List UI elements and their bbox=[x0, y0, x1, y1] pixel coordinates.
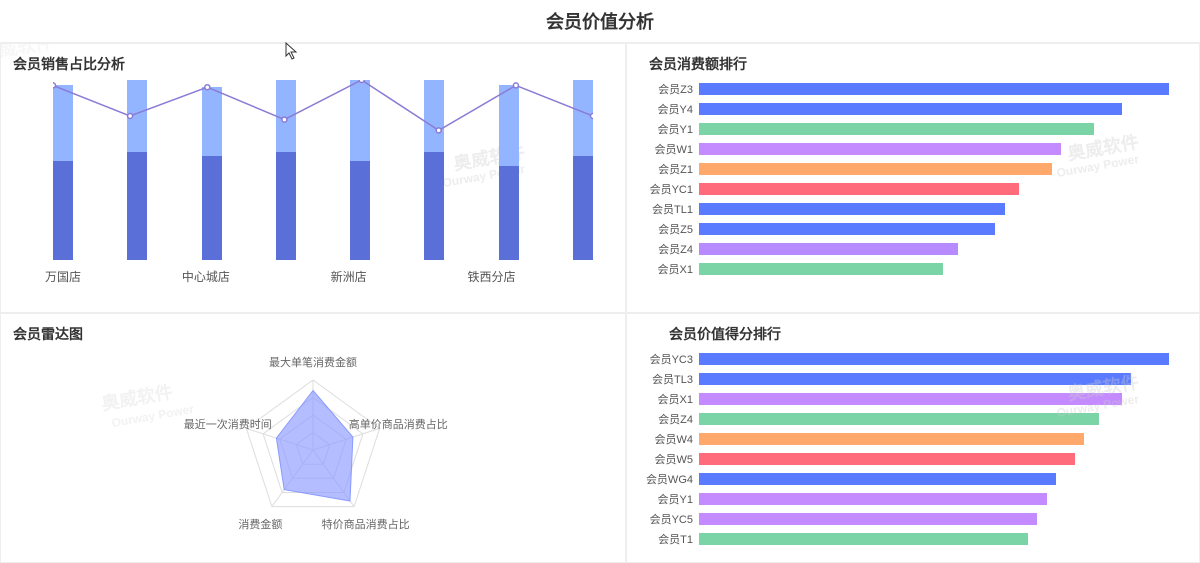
cursor-icon bbox=[285, 42, 299, 63]
hbar-label: 会员YC5 bbox=[639, 511, 699, 527]
hbar-label: 会员Y1 bbox=[639, 121, 699, 137]
hbar-row: 会员TL3 bbox=[639, 370, 1177, 387]
hbar-row: 会员TL1 bbox=[639, 200, 1177, 217]
hbar-row: 会员WG4 bbox=[639, 470, 1177, 487]
hbar-bar bbox=[699, 413, 1099, 425]
bar-category-label: 铁西分店 bbox=[462, 268, 522, 285]
hbar-label: 会员W4 bbox=[639, 431, 699, 447]
hbar-bar bbox=[699, 353, 1169, 365]
page-header: 会员价值分析 bbox=[0, 0, 1200, 43]
hbar-row: 会员W5 bbox=[639, 450, 1177, 467]
hbar-label: 会员YC3 bbox=[639, 351, 699, 367]
radar-axis-label: 特价商品消费占比 bbox=[322, 516, 410, 532]
page-title: 会员价值分析 bbox=[0, 8, 1200, 34]
hbar-label: 会员X1 bbox=[639, 261, 699, 277]
bar-category-label bbox=[104, 268, 164, 285]
hbar-chart-value: 会员YC3 会员TL3 会员X1 会员Z4 会员W4 会员W5 会员WG4 会员Y1 会员YC5… bbox=[639, 350, 1187, 547]
radar-axis-label: 最近一次消费时间 bbox=[184, 416, 272, 432]
panel-consume-rank: 会员消费额排行 奥威软件 Ourway Power 会员Z3会员Y4会员Y1会员… bbox=[626, 43, 1200, 313]
hbar-row: 会员Z4 bbox=[639, 410, 1177, 427]
hbar-bar bbox=[699, 243, 958, 255]
hbar-label: 会员Z1 bbox=[639, 161, 699, 177]
bar-category-label: 中心城店 bbox=[176, 268, 236, 285]
hbar-row: 会员YC1 bbox=[639, 180, 1177, 197]
hbar-label: 会员YC1 bbox=[639, 181, 699, 197]
radar-chart: 最大单笔消费金额高单价商品消费占比特价商品消费占比 消费金额 最近一次消费时间 bbox=[13, 350, 613, 550]
hbar-row: 会员Z3 bbox=[639, 80, 1177, 97]
hbar-row: 会员Y1 bbox=[639, 490, 1177, 507]
bar-category-label bbox=[533, 268, 593, 285]
hbar-bar bbox=[699, 203, 1005, 215]
hbar-bar bbox=[699, 163, 1052, 175]
hbar-row: 会员W1 bbox=[639, 140, 1177, 157]
bar-category-label bbox=[247, 268, 307, 285]
hbar-chart-consume: 会员Z3 会员Y4 会员Y1 会员W1 会员Z1 会员YC1 会员TL1 会员Z5 会员Z4 会员… bbox=[639, 80, 1187, 277]
hbar-label: 会员W5 bbox=[639, 451, 699, 467]
hbar-label: 会员T1 bbox=[639, 531, 699, 547]
hbar-bar bbox=[699, 103, 1122, 115]
radar-axis-label: 最大单笔消费金额 bbox=[269, 354, 357, 370]
hbar-label: 会员Z4 bbox=[639, 411, 699, 427]
hbar-label: 会员Y4 bbox=[639, 101, 699, 117]
hbar-bar bbox=[699, 453, 1075, 465]
hbar-label: 会员W1 bbox=[639, 141, 699, 157]
hbar-bar bbox=[699, 183, 1019, 195]
hbar-bar bbox=[699, 263, 943, 275]
bar-category-label: 万国店 bbox=[33, 268, 93, 285]
panel-title-value-rank: 会员价值得分排行 bbox=[639, 324, 1187, 344]
hbar-row: 会员Y4 bbox=[639, 100, 1177, 117]
hbar-label: 会员TL3 bbox=[639, 371, 699, 387]
hbar-bar bbox=[699, 493, 1047, 505]
hbar-row: 会员YC5 bbox=[639, 510, 1177, 527]
hbar-row: 会员Y1 bbox=[639, 120, 1177, 137]
hbar-label: 会员TL1 bbox=[639, 201, 699, 217]
hbar-label: 会员Y1 bbox=[639, 491, 699, 507]
hbar-bar bbox=[699, 123, 1094, 135]
hbar-label: 会员Z5 bbox=[639, 221, 699, 237]
hbar-label: 会员Z3 bbox=[639, 81, 699, 97]
hbar-row: 会员T1 bbox=[639, 530, 1177, 547]
panel-title-sales-ratio: 会员销售占比分析 bbox=[13, 54, 613, 74]
hbar-row: 会员Z4 bbox=[639, 240, 1177, 257]
hbar-bar bbox=[699, 513, 1037, 525]
hbar-bar bbox=[699, 433, 1084, 445]
hbar-bar bbox=[699, 533, 1028, 545]
panel-value-rank: 会员价值得分排行 奥威软件 Ourway Power 会员YC3会员TL3会员X… bbox=[626, 313, 1200, 563]
panel-radar: 会员雷达图 奥威软件 Ourway Power 最大单笔消费金额高单价商品消费占… bbox=[0, 313, 626, 563]
hbar-row: 会员YC3 bbox=[639, 350, 1177, 367]
hbar-label: 会员X1 bbox=[639, 391, 699, 407]
hbar-label: 会员Z4 bbox=[639, 241, 699, 257]
radar-axis-label: 高单价商品消费占比 bbox=[349, 416, 448, 432]
hbar-row: 会员Z1 bbox=[639, 160, 1177, 177]
hbar-bar bbox=[699, 83, 1169, 95]
hbar-label: 会员WG4 bbox=[639, 471, 699, 487]
hbar-bar bbox=[699, 393, 1122, 405]
hbar-row: 会员W4 bbox=[639, 430, 1177, 447]
bar-category-label: 新洲店 bbox=[319, 268, 379, 285]
hbar-row: 会员X1 bbox=[639, 260, 1177, 277]
bar-category-label bbox=[390, 268, 450, 285]
panel-title-radar: 会员雷达图 bbox=[13, 324, 613, 344]
hbar-bar bbox=[699, 143, 1061, 155]
hbar-bar bbox=[699, 373, 1131, 385]
hbar-row: 会员Z5 bbox=[639, 220, 1177, 237]
hbar-bar bbox=[699, 473, 1056, 485]
radar-axis-label: 消费金额 bbox=[238, 516, 282, 532]
hbar-row: 会员X1 bbox=[639, 390, 1177, 407]
panel-title-consume-rank: 会员消费额排行 bbox=[639, 54, 1187, 74]
bar-line-chart: 万国店中心城店新洲店铁西分店 bbox=[53, 80, 593, 290]
panel-sales-ratio: 会员销售占比分析 奥威软件 Ourway Power 奥威软件 万国店中心城店新… bbox=[0, 43, 626, 313]
hbar-bar bbox=[699, 223, 995, 235]
